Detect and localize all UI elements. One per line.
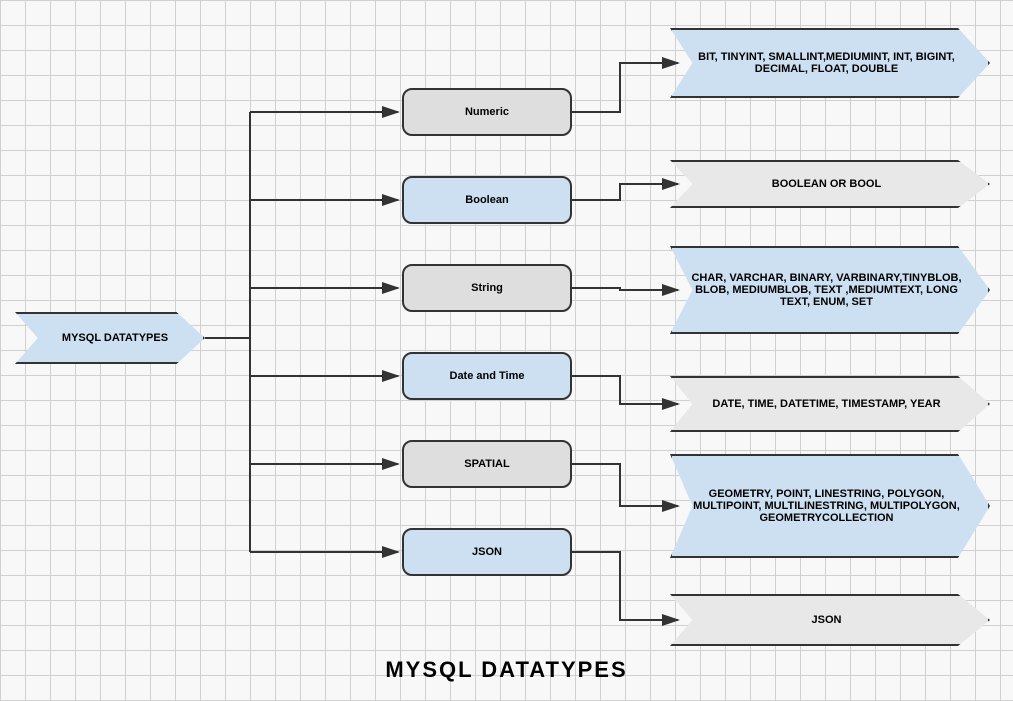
detail-text: CHAR, VARCHAR, BINARY, VARBINARY,TINYBLO…: [690, 272, 963, 308]
detail-text: JSON: [812, 614, 842, 626]
category-label: JSON: [472, 546, 502, 558]
category-label: String: [471, 282, 503, 294]
detail-text: GEOMETRY, POINT, LINESTRING, POLYGON, MU…: [690, 488, 963, 524]
root-label: MYSQL DATATYPES: [62, 332, 168, 344]
detail-text: DATE, TIME, DATETIME, TIMESTAMP, YEAR: [712, 398, 940, 410]
root-node: MYSQL DATATYPES: [15, 312, 205, 364]
detail-box-1: BOOLEAN OR BOOL: [670, 160, 990, 208]
category-box-1: Boolean: [402, 176, 572, 224]
category-box-5: JSON: [402, 528, 572, 576]
detail-box-3: DATE, TIME, DATETIME, TIMESTAMP, YEAR: [670, 376, 990, 432]
detail-text: BIT, TINYINT, SMALLINT,MEDIUMINT, INT, B…: [690, 51, 963, 75]
diagram-title: MYSQL DATATYPES: [0, 657, 1013, 683]
category-box-0: Numeric: [402, 88, 572, 136]
category-box-2: String: [402, 264, 572, 312]
category-box-4: SPATIAL: [402, 440, 572, 488]
category-label: Boolean: [465, 194, 508, 206]
detail-box-0: BIT, TINYINT, SMALLINT,MEDIUMINT, INT, B…: [670, 28, 990, 98]
category-label: Numeric: [465, 106, 509, 118]
category-label: SPATIAL: [464, 458, 509, 470]
category-box-3: Date and Time: [402, 352, 572, 400]
detail-box-2: CHAR, VARCHAR, BINARY, VARBINARY,TINYBLO…: [670, 246, 990, 334]
detail-box-4: GEOMETRY, POINT, LINESTRING, POLYGON, MU…: [670, 454, 990, 558]
detail-box-5: JSON: [670, 594, 990, 646]
detail-text: BOOLEAN OR BOOL: [772, 178, 881, 190]
category-label: Date and Time: [450, 370, 525, 382]
